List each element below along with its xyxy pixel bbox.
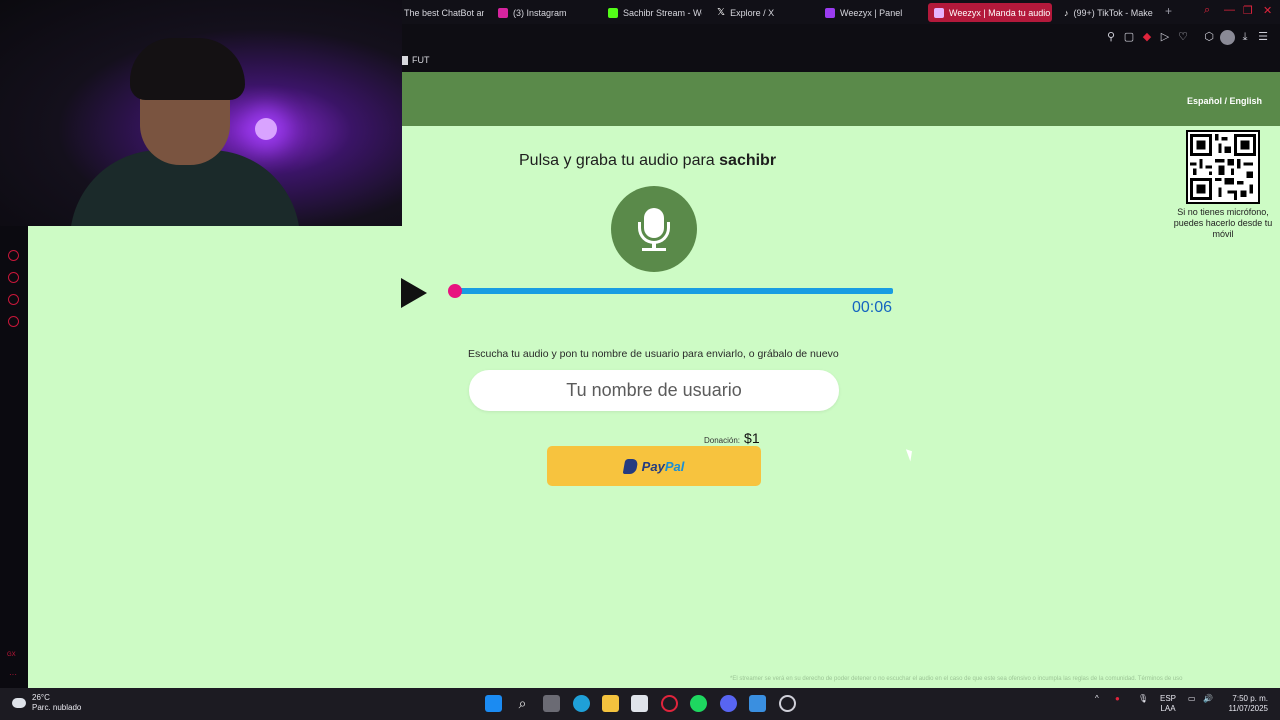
kick-icon (608, 7, 618, 18)
sidebar-settings-icon[interactable] (8, 316, 19, 327)
download-icon[interactable]: ⤓ (1239, 31, 1251, 43)
donation-label: Donación: (704, 436, 741, 445)
volume-icon[interactable]: 🔊 (1203, 694, 1213, 704)
weather-widget[interactable]: 26°C Parc. nublado (12, 693, 81, 713)
pin-icon[interactable]: ⚲ (1105, 31, 1117, 43)
paypal-label: PayPal (641, 458, 685, 474)
sidebar-extensions-icon[interactable] (8, 294, 19, 305)
snapshot-icon[interactable]: ▢ (1123, 31, 1135, 43)
tab-label: The best ChatBot an (404, 7, 484, 18)
tab-weezyx-audio[interactable]: Weezyx | Manda tu audio (928, 3, 1052, 22)
file-explorer-icon[interactable] (602, 695, 619, 712)
start-icon[interactable] (485, 695, 502, 712)
screen: The best ChatBot an (3) Instagram Sachib… (0, 0, 1280, 720)
play-button[interactable] (401, 278, 427, 308)
tab-label: (3) Instagram (513, 7, 567, 18)
close-icon[interactable]: ✕ (1263, 4, 1272, 17)
tab-label: Weezyx | Manda tu audio (949, 7, 1051, 18)
page-header: Español / English (374, 72, 1280, 126)
bookmark-fut[interactable]: FUT (402, 55, 430, 65)
paypal-button[interactable]: PayPal (547, 446, 761, 486)
weather-temp: 26°C (32, 693, 50, 702)
qr-code-image (1190, 134, 1256, 200)
heart-icon[interactable]: ♡ (1177, 31, 1189, 43)
tab-label: Sachibr Stream - We (623, 7, 702, 18)
tab-tiktok[interactable]: ♪ (99+) TikTok - Make (1058, 3, 1158, 22)
audio-progress-track[interactable] (455, 288, 893, 294)
tab-explore-x[interactable]: 𝕏 Explore / X (711, 3, 811, 22)
clock[interactable]: 7:50 p. m. 11/07/2025 (1229, 694, 1268, 714)
store-icon[interactable] (631, 695, 648, 712)
instagram-icon (498, 7, 508, 18)
x-icon: 𝕏 (717, 7, 726, 18)
weather-desc: Parc. nublado (32, 703, 82, 712)
bookmark-icon (402, 55, 408, 65)
sidebar-history-icon[interactable] (8, 272, 19, 283)
bookmark-label: FUT (412, 55, 430, 65)
minimize-icon[interactable]: — (1224, 4, 1235, 16)
clock-date: 11/07/2025 (1228, 704, 1268, 713)
audio-progress-thumb[interactable] (448, 284, 462, 298)
tiktok-icon: ♪ (1064, 7, 1069, 18)
task-view-icon[interactable] (543, 695, 560, 712)
donation-amount: $1 (744, 430, 760, 446)
gx-icon[interactable]: GX (7, 652, 16, 658)
streamer-name: sachibr (719, 152, 777, 169)
tab-instagram[interactable]: (3) Instagram (492, 3, 596, 22)
weezyx-icon (934, 7, 944, 18)
title-prefix: Pulsa y graba tu audio para (519, 152, 720, 169)
donation-info: Donación: $1 (704, 430, 760, 446)
avatar[interactable] (1220, 30, 1235, 45)
maximize-icon[interactable]: ❐ (1243, 4, 1253, 17)
paypal-icon (622, 458, 638, 474)
steam-icon[interactable] (779, 695, 796, 712)
search-tabs-icon[interactable]: ⌕ (1204, 4, 1210, 17)
sidebar-messenger-icon[interactable] (8, 250, 19, 261)
tab-label: Explore / X (730, 7, 775, 18)
webcam-overlay (0, 0, 402, 226)
tab-sachibr-stream[interactable]: Sachibr Stream - We (602, 3, 702, 22)
microphone-tray-icon[interactable]: 🎙 (1138, 694, 1148, 704)
menu-icon[interactable]: ☰ (1257, 31, 1269, 43)
network-icon[interactable]: ▭ (1188, 694, 1196, 704)
discord-icon[interactable] (720, 695, 737, 712)
edge-icon[interactable] (573, 695, 590, 712)
extensions-icon[interactable]: ⬡ (1203, 31, 1215, 43)
pocket-icon[interactable]: ◆ (1141, 31, 1153, 43)
qr-caption: Si no tienes micrófono, puedes hacerlo d… (1173, 207, 1273, 239)
tab-weezyx-panel[interactable]: Weezyx | Panel (819, 3, 919, 22)
clock-time: 7:50 p. m. (1232, 694, 1268, 703)
username-input[interactable] (469, 370, 839, 411)
page-title: Pulsa y graba tu audio para sachibr (519, 152, 776, 170)
language-switch[interactable]: Español / English (1187, 96, 1262, 106)
taskbar: 26°C Parc. nublado ⌕ ^ ● 🎙 ESP LAA ▭ 🔊 7… (0, 688, 1280, 720)
search-icon[interactable]: ⌕ (514, 695, 531, 712)
record-button[interactable] (611, 186, 697, 272)
tab-label: Weezyx | Panel (840, 7, 903, 18)
tab-chatbot[interactable]: The best ChatBot an (398, 3, 484, 22)
terms-footnote: *El streamer se verá en su derecho de po… (730, 676, 1183, 682)
qr-code (1186, 130, 1260, 204)
browser-sidebar: GX ··· (0, 226, 28, 688)
tab-label: (99+) TikTok - Make (1073, 7, 1153, 18)
more-icon[interactable]: ··· (9, 670, 17, 679)
audio-duration: 00:06 (852, 299, 893, 316)
tray-app-icon[interactable]: ● (1115, 694, 1120, 704)
new-tab-icon[interactable]: + (1165, 4, 1172, 18)
cloud-icon (12, 698, 26, 708)
language-indicator[interactable]: ESP LAA (1160, 694, 1176, 714)
player-icon[interactable]: ▷ (1159, 31, 1171, 43)
opera-gx-icon[interactable] (661, 695, 678, 712)
instructions-text: Escucha tu audio y pon tu nombre de usua… (468, 348, 839, 360)
tray-expand-icon[interactable]: ^ (1095, 694, 1099, 704)
app-icon[interactable] (749, 695, 766, 712)
weezyx-icon (825, 7, 835, 18)
spotify-icon[interactable] (690, 695, 707, 712)
